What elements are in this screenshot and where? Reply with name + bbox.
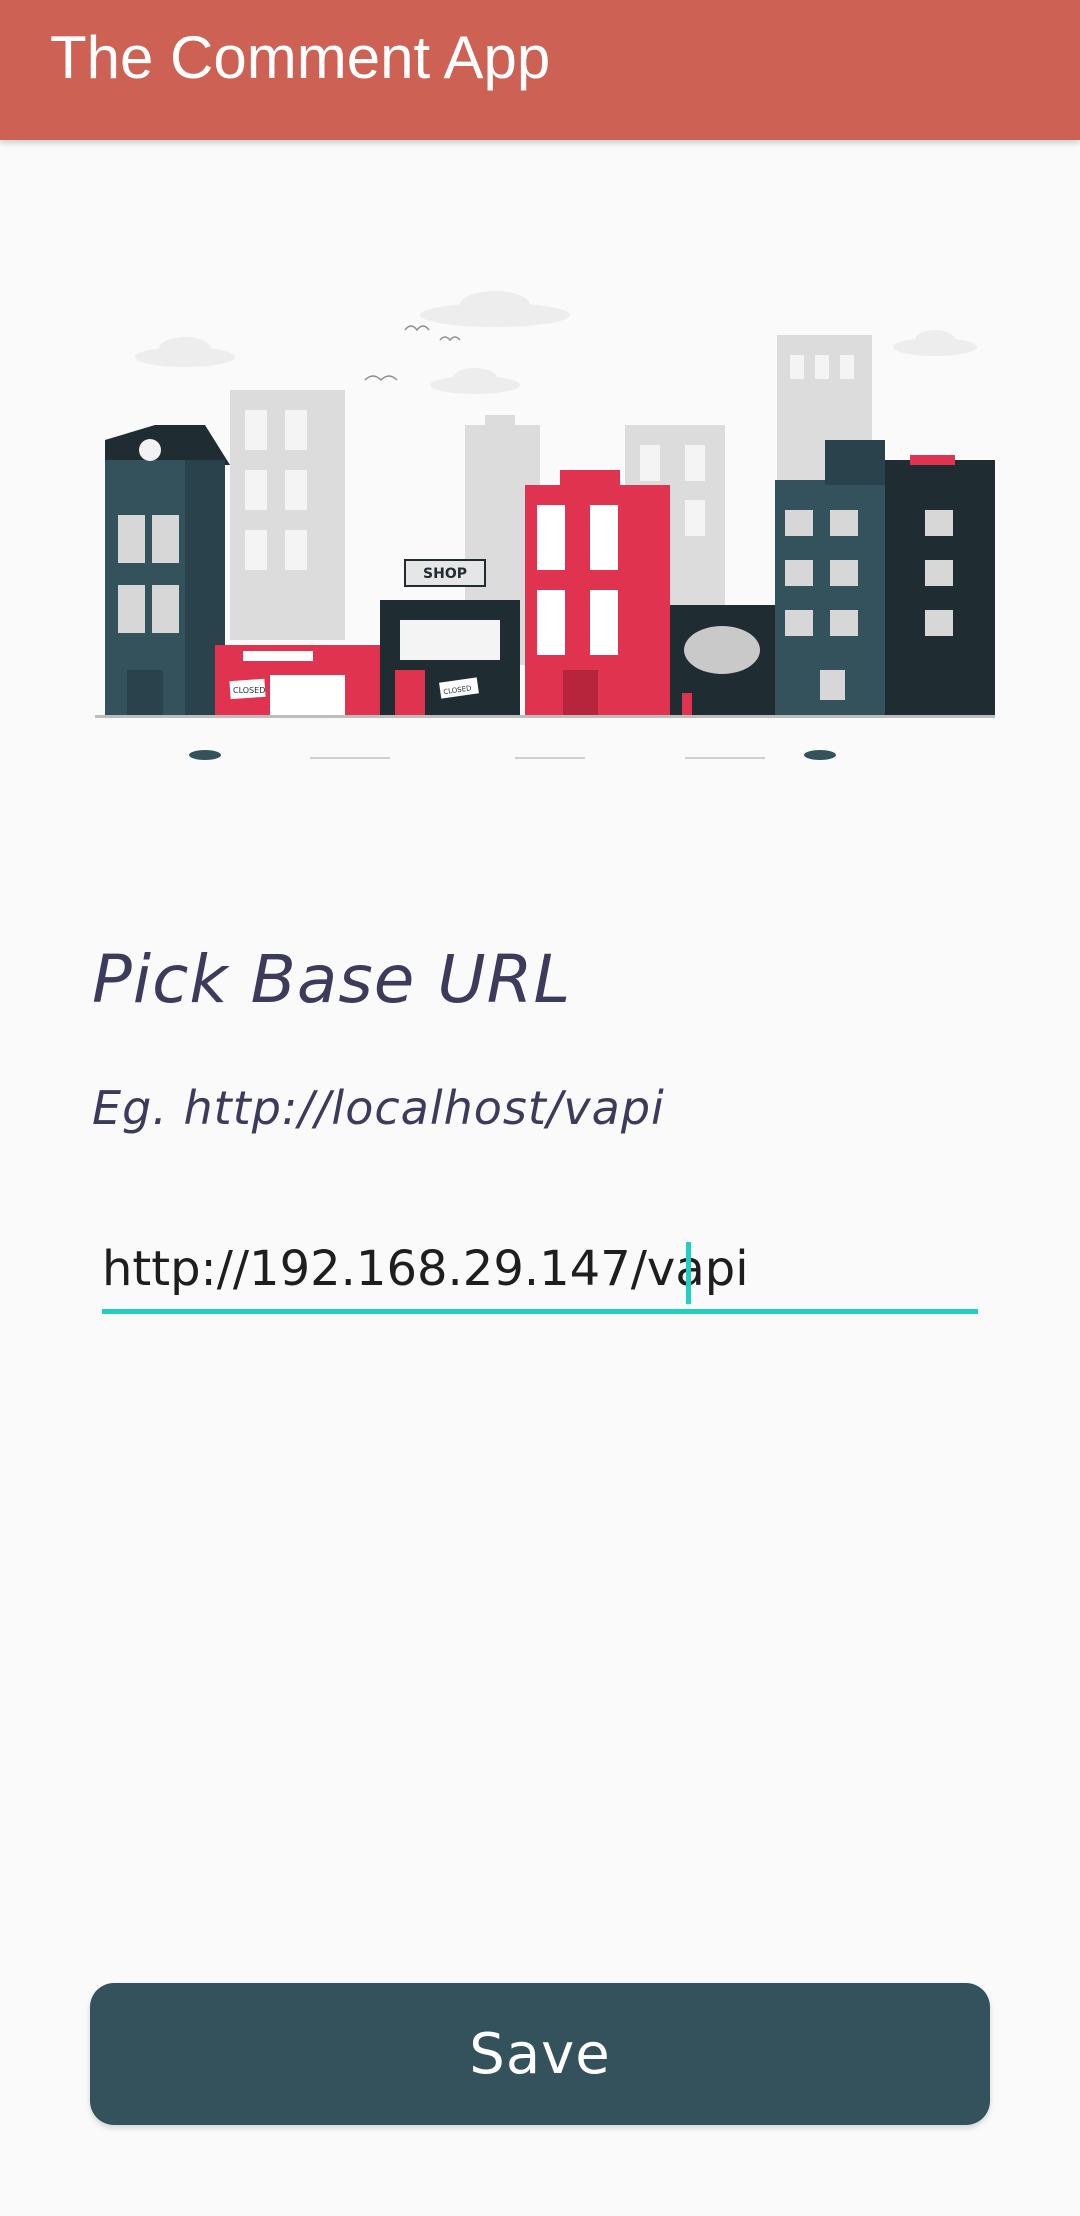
base-url-field[interactable] bbox=[102, 1232, 978, 1314]
base-url-input[interactable] bbox=[102, 1232, 978, 1306]
ground bbox=[95, 715, 995, 760]
pink-building bbox=[525, 470, 670, 715]
page-heading: Pick Base URL bbox=[92, 941, 572, 1018]
app-title: The Comment App bbox=[50, 24, 551, 91]
right-building bbox=[775, 440, 995, 715]
city-illustration: CLOSED SHOP CLOSED bbox=[95, 291, 995, 760]
red-shop: CLOSED bbox=[215, 645, 380, 715]
left-house bbox=[105, 425, 230, 715]
url-example-hint: Eg. http://localhost/vapi bbox=[92, 1081, 665, 1135]
graffiti-wall bbox=[670, 605, 775, 715]
shop-sign: SHOP bbox=[423, 566, 467, 582]
save-button[interactable]: Save bbox=[90, 1983, 990, 2125]
app-bar: The Comment App bbox=[0, 0, 1080, 140]
closed-sign-left: CLOSED bbox=[233, 686, 265, 695]
birds bbox=[364, 325, 461, 382]
app-root: The Comment App CLOSED SHOP CLOSED Pick … bbox=[0, 0, 1080, 2216]
text-cursor bbox=[686, 1242, 691, 1304]
